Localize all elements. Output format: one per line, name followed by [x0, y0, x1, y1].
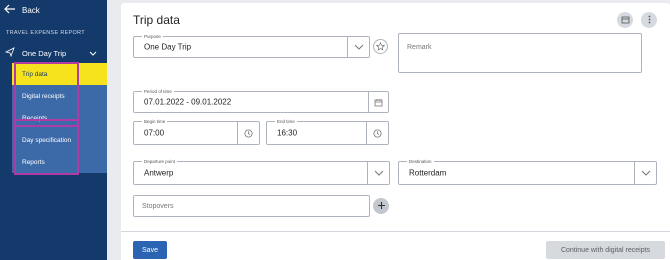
sidebar-item-digital-receipts[interactable]: Digital receipts [12, 85, 107, 107]
section-label: TRAVEL EXPENSE REPORT [6, 30, 85, 36]
period-field[interactable]: Period of time 07.01.2022 - 09.01.2022 [133, 88, 389, 113]
back-button[interactable]: Back [4, 4, 40, 16]
chevron-down-icon[interactable] [347, 37, 369, 57]
continue-digital-receipts-button[interactable]: Continue with digital receipts [546, 241, 665, 259]
destination-value: Rotterdam [409, 168, 447, 178]
clock-icon[interactable] [237, 122, 259, 144]
sidebar-item-reports[interactable]: Reports [12, 151, 107, 173]
sidebar-item-label: Digital receipts [22, 92, 65, 100]
sidebar-item-receipts[interactable]: Receipts [12, 107, 107, 129]
clock-icon[interactable] [366, 122, 388, 144]
chevron-down-icon [89, 49, 97, 57]
sidebar: Back TRAVEL EXPENSE REPORT One Day Trip … [0, 0, 107, 260]
trip-title: One Day Trip [22, 48, 67, 58]
departure-select[interactable]: Departure point Antwerp [133, 158, 390, 185]
chevron-down-icon[interactable] [367, 162, 389, 184]
footer-divider [121, 231, 670, 232]
begin-time-value: 07:00 [144, 128, 165, 138]
stopovers-input[interactable]: Stopovers [133, 195, 370, 217]
remark-textarea[interactable]: Remark [398, 33, 642, 73]
sidebar-item-label: Trip data [22, 70, 48, 78]
departure-label: Departure point [142, 158, 178, 165]
save-button[interactable]: Save [133, 241, 167, 259]
stopovers-placeholder: Stopovers [142, 203, 174, 210]
arrow-left-icon [4, 4, 16, 16]
calendar-icon [621, 11, 630, 29]
destination-select[interactable]: Destination Rotterdam [398, 158, 657, 185]
purpose-select[interactable]: Purpose One Day Trip [133, 33, 370, 58]
plus-icon [377, 197, 386, 215]
chevron-down-icon[interactable] [634, 162, 656, 184]
begin-time-label: Begin time [142, 118, 168, 125]
back-label: Back [22, 5, 40, 15]
calendar-button[interactable] [617, 12, 633, 28]
departure-value: Antwerp [144, 168, 174, 178]
page-title: Trip data [133, 13, 180, 27]
plane-icon [4, 47, 15, 59]
more-vertical-icon [645, 11, 654, 29]
sidebar-item-day-specification[interactable]: Day specification [12, 129, 107, 151]
trip-toggle[interactable]: One Day Trip [0, 43, 107, 63]
destination-label: Destination [407, 158, 434, 165]
favorite-button[interactable] [373, 39, 388, 54]
calendar-icon[interactable] [368, 92, 388, 112]
remark-placeholder: Remark [407, 44, 432, 51]
period-label: Period of time [142, 88, 174, 95]
purpose-value: One Day Trip [144, 42, 192, 52]
sidebar-item-label: Receipts [22, 114, 48, 122]
star-icon [375, 38, 386, 56]
end-time-value: 16:30 [277, 128, 298, 138]
main-panel: Trip data Purpose One Day Trip Remark Pe… [121, 3, 670, 260]
add-stopover-button[interactable] [373, 198, 389, 214]
period-value: 07.01.2022 - 09.01.2022 [144, 97, 232, 107]
end-time-label: End time [275, 118, 297, 125]
sidebar-item-trip-data[interactable]: Trip data [12, 63, 107, 85]
more-options-button[interactable] [641, 12, 657, 28]
sidebar-item-label: Reports [22, 158, 45, 166]
begin-time-field[interactable]: Begin time 07:00 [133, 118, 260, 145]
end-time-field[interactable]: End time 16:30 [266, 118, 389, 145]
sidebar-item-label: Day specification [22, 136, 72, 144]
purpose-label: Purpose [142, 33, 163, 40]
